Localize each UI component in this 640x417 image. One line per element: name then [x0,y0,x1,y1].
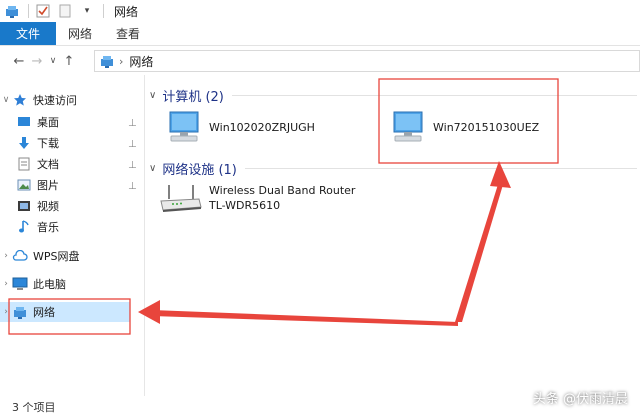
nav-this-pc[interactable]: › 此电脑 [0,274,66,294]
router-tile[interactable]: Wireless Dual Band Router TL-WDR5610 [159,181,355,215]
nav-network[interactable]: › 网络 [0,302,130,322]
computer-tile[interactable]: Win102020ZRJUGH [167,111,315,143]
computer-name: Win720151030UEZ [433,120,540,134]
tab-file[interactable]: 文件 [0,22,57,45]
title-bar: ▾ 网络 [0,0,640,22]
chevron-down-icon[interactable]: ∨ [149,163,156,174]
router-label: Wireless Dual Band Router TL-WDR5610 [209,183,355,213]
video-icon [16,198,32,214]
computer-icon [12,276,28,292]
desktop-icon [16,114,32,130]
group-title: 网络设施 (1) [162,163,237,178]
nav-label: WPS网盘 [33,250,80,263]
content-area: ∨ 计算机 (2) Win102020ZRJUGH Win720151030UE… [145,75,640,396]
navigation-pane: ∨ 快速访问 桌面 ⊥ 下载 ⊥ 文档 ⊥ 图片 ⊥ 视频 音乐 › WPS网盘… [0,80,144,396]
nav-label: 图片 [37,179,59,192]
nav-wps-drive[interactable]: › WPS网盘 [0,246,80,266]
network-icon [12,304,28,320]
chevron-right-icon[interactable]: › [0,251,12,261]
nav-item-pictures[interactable]: 图片 [16,175,59,195]
nav-label: 此电脑 [33,278,66,291]
up-arrow-icon[interactable]: ↑ [60,51,78,71]
group-divider [244,168,637,169]
tab-view[interactable]: 查看 [104,22,152,45]
network-icon[interactable] [4,3,20,19]
ribbon-tabs: 文件 网络 查看 [0,22,640,46]
network-icon [99,53,115,69]
nav-item-documents[interactable]: 文档 [16,154,59,174]
nav-label: 桌面 [37,116,59,129]
pin-icon[interactable]: ⊥ [128,139,138,151]
chevron-down-icon[interactable]: ∨ [0,95,12,105]
nav-label: 下载 [37,137,59,150]
computer-icon [169,111,199,142]
chevron-right-icon[interactable]: › [0,279,12,289]
router-icon [160,185,202,212]
group-divider [231,95,637,96]
picture-icon [16,177,32,193]
nav-label: 文档 [37,158,59,171]
tab-network[interactable]: 网络 [56,22,104,45]
watermark: 头条 @伏雨清晨 [532,392,628,407]
back-arrow-icon[interactable]: ← [10,51,28,71]
star-icon [12,92,28,108]
item-count: 3 个项目 [12,400,56,414]
address-row: ← → ∨ ↑ › 网络 [0,47,640,75]
window-title: 网络 [114,4,139,19]
computer-tile[interactable]: Win720151030UEZ [391,111,539,143]
nav-label: 快速访问 [33,94,77,107]
address-bar[interactable]: › 网络 [94,50,640,72]
chevron-right-icon[interactable]: › [119,55,123,68]
chevron-down-icon[interactable]: ∨ [46,51,60,71]
computer-icon [393,111,423,142]
forward-arrow-icon[interactable]: → [28,51,46,71]
group-computers[interactable]: ∨ 计算机 (2) [149,86,637,105]
quick-access-toolbar: ▾ [0,0,110,22]
nav-item-desktop[interactable]: 桌面 [16,112,59,132]
pin-icon[interactable]: ⊥ [128,181,138,193]
cloud-icon [12,248,28,264]
nav-label: 网络 [33,306,55,319]
nav-item-downloads[interactable]: 下载 [16,133,59,153]
nav-item-videos[interactable]: 视频 [16,196,59,216]
chevron-right-icon[interactable]: › [0,307,12,317]
chevron-down-icon[interactable]: ▾ [79,3,95,19]
group-network-infrastructure[interactable]: ∨ 网络设施 (1) [149,159,637,178]
breadcrumb[interactable]: 网络 [129,53,153,70]
chevron-down-icon[interactable]: ∨ [149,90,156,101]
computer-name: Win102020ZRJUGH [209,120,315,134]
toolbar-divider [28,4,29,18]
download-arrow-icon [16,135,32,151]
document-icon [16,156,32,172]
document-icon[interactable] [57,3,73,19]
pin-icon[interactable]: ⊥ [128,160,138,172]
router-model: TL-WDR5610 [209,199,281,212]
nav-item-music[interactable]: 音乐 [16,217,59,237]
music-note-icon [16,219,32,235]
pin-icon[interactable]: ⊥ [128,118,138,130]
toolbar-divider [103,4,104,18]
router-name: Wireless Dual Band Router [209,184,356,197]
check-icon[interactable] [35,3,51,19]
nav-label: 音乐 [37,221,59,234]
group-title: 计算机 (2) [162,90,224,105]
nav-quick-access[interactable]: ∨ 快速访问 [0,90,77,110]
nav-label: 视频 [37,200,59,213]
